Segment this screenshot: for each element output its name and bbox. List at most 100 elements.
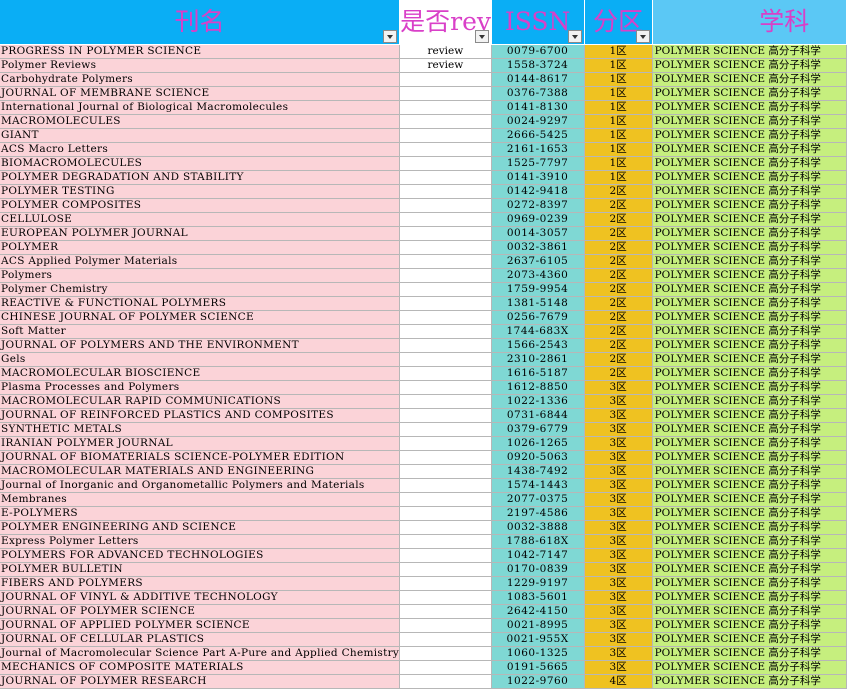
- cell-review[interactable]: [399, 478, 492, 493]
- cell-subject[interactable]: POLYMER SCIENCE 高分子科学: [652, 72, 847, 87]
- cell-journal-name[interactable]: MACROMOLECULES: [0, 114, 401, 129]
- cell-journal-name[interactable]: CELLULOSE: [0, 212, 401, 227]
- table-row[interactable]: JOURNAL OF REINFORCED PLASTICS AND COMPO…: [0, 408, 847, 423]
- cell-journal-name[interactable]: JOURNAL OF POLYMER RESEARCH: [0, 674, 401, 689]
- cell-journal-name[interactable]: POLYMERS FOR ADVANCED TECHNOLOGIES: [0, 548, 401, 563]
- cell-issn[interactable]: 2666-5425: [491, 128, 585, 143]
- cell-zone[interactable]: 1区: [584, 128, 653, 143]
- table-row[interactable]: Journal of Inorganic and Organometallic …: [0, 478, 847, 493]
- cell-issn[interactable]: 0014-3057: [491, 226, 585, 241]
- cell-issn[interactable]: 1558-3724: [491, 58, 585, 73]
- cell-journal-name[interactable]: International Journal of Biological Macr…: [0, 100, 401, 115]
- cell-issn[interactable]: 0191-5665: [491, 660, 585, 675]
- table-row[interactable]: POLYMER COMPOSITES 0272-8397 2区 POLYMER SCI…: [0, 198, 847, 213]
- cell-subject[interactable]: POLYMER SCIENCE 高分子科学: [652, 296, 847, 311]
- cell-issn[interactable]: 0920-5063: [491, 450, 585, 465]
- cell-zone[interactable]: 3区: [584, 660, 653, 675]
- cell-subject[interactable]: POLYMER SCIENCE 高分子科学: [652, 226, 847, 241]
- cell-subject[interactable]: POLYMER SCIENCE 高分子科学: [652, 44, 847, 59]
- table-row[interactable]: Soft Matter 1744-683X 2区 POLYMER SCIENCE 高分…: [0, 324, 847, 339]
- cell-review[interactable]: [399, 142, 492, 157]
- cell-zone[interactable]: 1区: [584, 100, 653, 115]
- table-row[interactable]: POLYMER BULLETIN 0170-0839 3区 POLYMER SCIEN…: [0, 562, 847, 577]
- cell-zone[interactable]: 3区: [584, 380, 653, 395]
- cell-journal-name[interactable]: E-POLYMERS: [0, 506, 401, 521]
- cell-review[interactable]: [399, 520, 492, 535]
- table-row[interactable]: Polymer Reviews review 1558-3724 1区 POLYMER …: [0, 58, 847, 73]
- filter-dropdown-zone-icon[interactable]: [635, 30, 650, 43]
- cell-review[interactable]: [399, 450, 492, 465]
- cell-issn[interactable]: 0144-8617: [491, 72, 585, 87]
- cell-review[interactable]: [399, 100, 492, 115]
- filter-dropdown-issn-icon[interactable]: [567, 30, 582, 43]
- cell-issn[interactable]: 0142-9418: [491, 184, 585, 199]
- cell-issn[interactable]: 0379-6779: [491, 422, 585, 437]
- table-row[interactable]: Express Polymer Letters 1788-618X 3区 POLYME…: [0, 534, 847, 549]
- cell-subject[interactable]: POLYMER SCIENCE 高分子科学: [652, 310, 847, 325]
- cell-issn[interactable]: 0021-955X: [491, 632, 585, 647]
- cell-subject[interactable]: POLYMER SCIENCE 高分子科学: [652, 478, 847, 493]
- cell-subject[interactable]: POLYMER SCIENCE 高分子科学: [652, 660, 847, 675]
- cell-review[interactable]: [399, 674, 492, 689]
- cell-issn[interactable]: 1744-683X: [491, 324, 585, 339]
- cell-review[interactable]: [399, 86, 492, 101]
- cell-journal-name[interactable]: Membranes: [0, 492, 401, 507]
- cell-subject[interactable]: POLYMER SCIENCE 高分子科学: [652, 156, 847, 171]
- cell-zone[interactable]: 2区: [584, 184, 653, 199]
- cell-review[interactable]: [399, 226, 492, 241]
- cell-zone[interactable]: 1区: [584, 142, 653, 157]
- table-row[interactable]: Plasma Processes and Polymers 1612-8850 3区…: [0, 380, 847, 395]
- table-row[interactable]: IRANIAN POLYMER JOURNAL 1026-1265 3区 POLYME…: [0, 436, 847, 451]
- cell-zone[interactable]: 3区: [584, 618, 653, 633]
- cell-subject[interactable]: POLYMER SCIENCE 高分子科学: [652, 58, 847, 73]
- cell-issn[interactable]: 2197-4586: [491, 506, 585, 521]
- cell-journal-name[interactable]: Journal of Macromolecular Science Part A…: [0, 646, 401, 661]
- cell-issn[interactable]: 0272-8397: [491, 198, 585, 213]
- cell-zone[interactable]: 2区: [584, 198, 653, 213]
- cell-zone[interactable]: 2区: [584, 338, 653, 353]
- table-row[interactable]: Membranes 2077-0375 3区 POLYMER SCIENCE 高分子科…: [0, 492, 847, 507]
- cell-journal-name[interactable]: JOURNAL OF REINFORCED PLASTICS AND COMPO…: [0, 408, 401, 423]
- cell-review[interactable]: [399, 464, 492, 479]
- table-row[interactable]: JOURNAL OF CELLULAR PLASTICS 0021-955X 3区 P…: [0, 632, 847, 647]
- table-row[interactable]: JOURNAL OF VINYL & ADDITIVE TECHNOLOGY 10…: [0, 590, 847, 605]
- cell-zone[interactable]: 3区: [584, 478, 653, 493]
- cell-review[interactable]: [399, 408, 492, 423]
- cell-journal-name[interactable]: JOURNAL OF BIOMATERIALS SCIENCE-POLYMER …: [0, 450, 401, 465]
- cell-issn[interactable]: 1026-1265: [491, 436, 585, 451]
- cell-zone[interactable]: 3区: [584, 506, 653, 521]
- cell-zone[interactable]: 3区: [584, 534, 653, 549]
- cell-review[interactable]: [399, 184, 492, 199]
- cell-review[interactable]: [399, 198, 492, 213]
- cell-journal-name[interactable]: FIBERS AND POLYMERS: [0, 576, 401, 591]
- cell-zone[interactable]: 3区: [584, 632, 653, 647]
- cell-issn[interactable]: 2073-4360: [491, 268, 585, 283]
- cell-review[interactable]: [399, 632, 492, 647]
- cell-journal-name[interactable]: JOURNAL OF MEMBRANE SCIENCE: [0, 86, 401, 101]
- cell-subject[interactable]: POLYMER SCIENCE 高分子科学: [652, 506, 847, 521]
- table-row[interactable]: BIOMACROMOLECULES 1525-7797 1区 POLYMER SCIE…: [0, 156, 847, 171]
- cell-subject[interactable]: POLYMER SCIENCE 高分子科学: [652, 338, 847, 353]
- cell-issn[interactable]: 0141-3910: [491, 170, 585, 185]
- cell-journal-name[interactable]: POLYMER ENGINEERING AND SCIENCE: [0, 520, 401, 535]
- cell-zone[interactable]: 2区: [584, 296, 653, 311]
- cell-subject[interactable]: POLYMER SCIENCE 高分子科学: [652, 268, 847, 283]
- cell-review[interactable]: [399, 548, 492, 563]
- cell-journal-name[interactable]: POLYMER COMPOSITES: [0, 198, 401, 213]
- table-row[interactable]: MACROMOLECULAR MATERIALS AND ENGINEERING…: [0, 464, 847, 479]
- cell-zone[interactable]: 2区: [584, 310, 653, 325]
- cell-issn[interactable]: 1022-1336: [491, 394, 585, 409]
- cell-zone[interactable]: 3区: [584, 464, 653, 479]
- cell-journal-name[interactable]: POLYMER: [0, 240, 401, 255]
- cell-journal-name[interactable]: EUROPEAN POLYMER JOURNAL: [0, 226, 401, 241]
- cell-review[interactable]: [399, 366, 492, 381]
- cell-issn[interactable]: 0079-6700: [491, 44, 585, 59]
- cell-subject[interactable]: POLYMER SCIENCE 高分子科学: [652, 520, 847, 535]
- cell-subject[interactable]: POLYMER SCIENCE 高分子科学: [652, 408, 847, 423]
- cell-journal-name[interactable]: PROGRESS IN POLYMER SCIENCE: [0, 44, 401, 59]
- cell-review[interactable]: [399, 324, 492, 339]
- cell-review[interactable]: [399, 254, 492, 269]
- cell-subject[interactable]: POLYMER SCIENCE 高分子科学: [652, 674, 847, 689]
- table-row[interactable]: ACS Macro Letters 2161-1653 1区 POLYMER SCIE…: [0, 142, 847, 157]
- table-row[interactable]: CHINESE JOURNAL OF POLYMER SCIENCE 0256-7…: [0, 310, 847, 325]
